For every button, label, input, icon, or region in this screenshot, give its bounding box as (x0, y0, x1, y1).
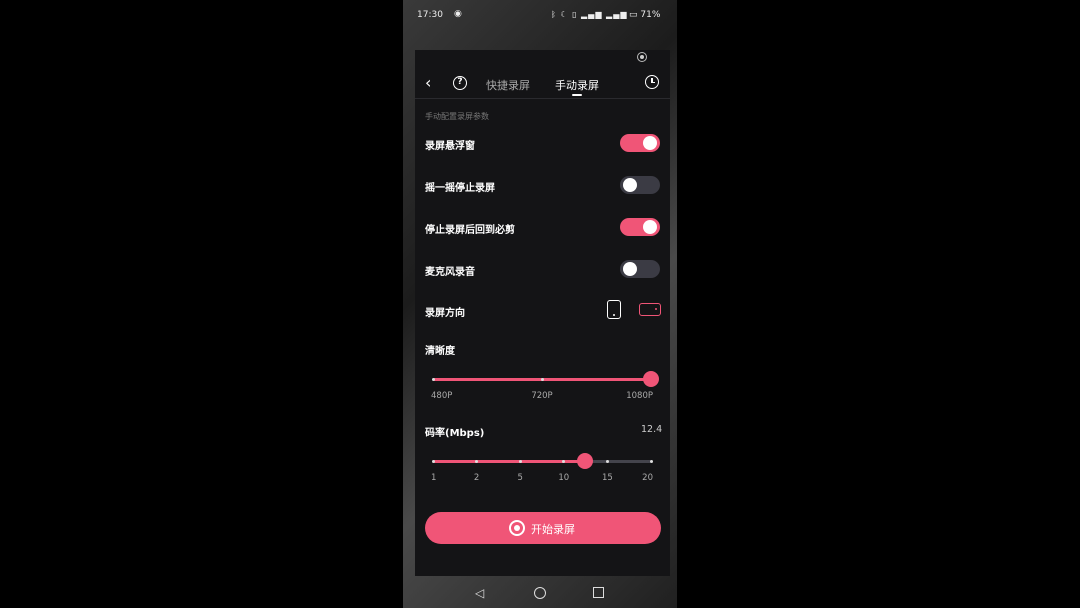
res-tick-label: 480P (431, 391, 453, 401)
resolution-slider-thumb[interactable] (643, 371, 659, 387)
res-slider-tick (431, 378, 435, 381)
toggle-knob (623, 262, 637, 276)
back-icon[interactable]: ‹ (425, 74, 431, 92)
toggle-knob (643, 136, 657, 150)
br-tick-label: 20 (642, 473, 653, 483)
br-tick-label: 15 (601, 473, 613, 483)
system-nav-bar: ◁ (403, 578, 677, 608)
br-slider-tick (649, 460, 653, 463)
bluetooth-icon: ᛒ (551, 10, 557, 19)
br-tick-label: 5 (517, 473, 523, 483)
battery-percent: 71% (640, 10, 661, 20)
orientation-label: 录屏方向 (425, 308, 465, 319)
active-tab-indicator (572, 94, 582, 96)
start-recording-button[interactable]: 开始录屏 (425, 512, 661, 544)
tab-quick-record[interactable]: 快捷录屏 (486, 77, 530, 93)
status-icons: ᛒ ☾ ▯ ▂▄▆ ▂▄▆ (551, 10, 628, 19)
br-tick-label: 10 (558, 473, 570, 483)
section-label: 手动配置录屏参数 (425, 112, 489, 121)
portrait-orientation-icon[interactable] (607, 300, 621, 319)
res-slider-tick (540, 378, 544, 381)
res-tick-label: 720P (531, 391, 553, 401)
nav-back-icon[interactable]: ◁ (475, 586, 484, 600)
record-icon (509, 520, 525, 536)
return-to-app-label: 停止录屏后回到必剪 (425, 225, 515, 236)
landscape-orientation-icon[interactable] (639, 303, 661, 316)
moon-icon: ☾ (560, 10, 569, 19)
top-bar: ‹ ? 快捷录屏 手动录屏 (415, 72, 670, 99)
nav-home-icon[interactable] (534, 587, 546, 599)
toggle-knob (643, 220, 657, 234)
br-tick-label: 2 (473, 473, 480, 483)
floating-window-label: 录屏悬浮窗 (425, 141, 475, 152)
nav-recent-apps-icon[interactable] (593, 587, 604, 598)
br-slider-tick (605, 460, 609, 463)
bitrate-slider-thumb[interactable] (576, 453, 593, 469)
tab-manual-record[interactable]: 手动录屏 (555, 77, 599, 93)
vibrate-icon: ▯ (572, 10, 578, 19)
bitrate-value: 12.4 (641, 424, 663, 435)
status-bar: 17:30 ◉ ᛒ ☾ ▯ ▂▄▆ ▂▄▆ ▭ 71% (403, 0, 677, 30)
microphone-toggle[interactable] (620, 260, 660, 278)
microphone-label: 麦克风录音 (425, 267, 475, 278)
resolution-label: 清晰度 (425, 346, 455, 357)
start-recording-label: 开始录屏 (531, 523, 575, 536)
phone-screen: 17:30 ◉ ᛒ ☾ ▯ ▂▄▆ ▂▄▆ ▭ 71% ‹ ? 快捷录屏 手动录… (403, 0, 677, 608)
bitrate-label: 码率(Mbps) (425, 428, 485, 439)
battery-indicator: ▭ 71% (629, 10, 660, 20)
help-icon[interactable]: ? (453, 76, 467, 90)
shake-stop-toggle[interactable] (620, 176, 660, 194)
return-to-app-toggle[interactable] (620, 218, 660, 236)
shake-stop-label: 摇一摇停止录屏 (425, 183, 495, 194)
floating-window-toggle[interactable] (620, 134, 660, 152)
battery-icon: ▭ (629, 10, 638, 20)
br-slider-tick (431, 460, 435, 463)
history-clock-icon[interactable] (645, 75, 659, 89)
toggle-knob (623, 178, 637, 192)
eye-icon: ◉ (454, 9, 462, 19)
signal-icon: ▂▄▆ (581, 10, 603, 19)
br-tick-label: 1 (431, 473, 437, 483)
recording-dot-icon[interactable] (637, 52, 647, 62)
screen-record-panel: ‹ ? 快捷录屏 手动录屏 手动配置录屏参数 录屏悬浮窗 摇一摇停止录屏 停止录… (415, 50, 670, 576)
status-time: 17:30 (417, 10, 443, 20)
br-slider-tick (518, 460, 522, 463)
wifi-icon: ▂▄▆ (606, 10, 628, 19)
res-tick-label: 1080P (626, 391, 653, 401)
